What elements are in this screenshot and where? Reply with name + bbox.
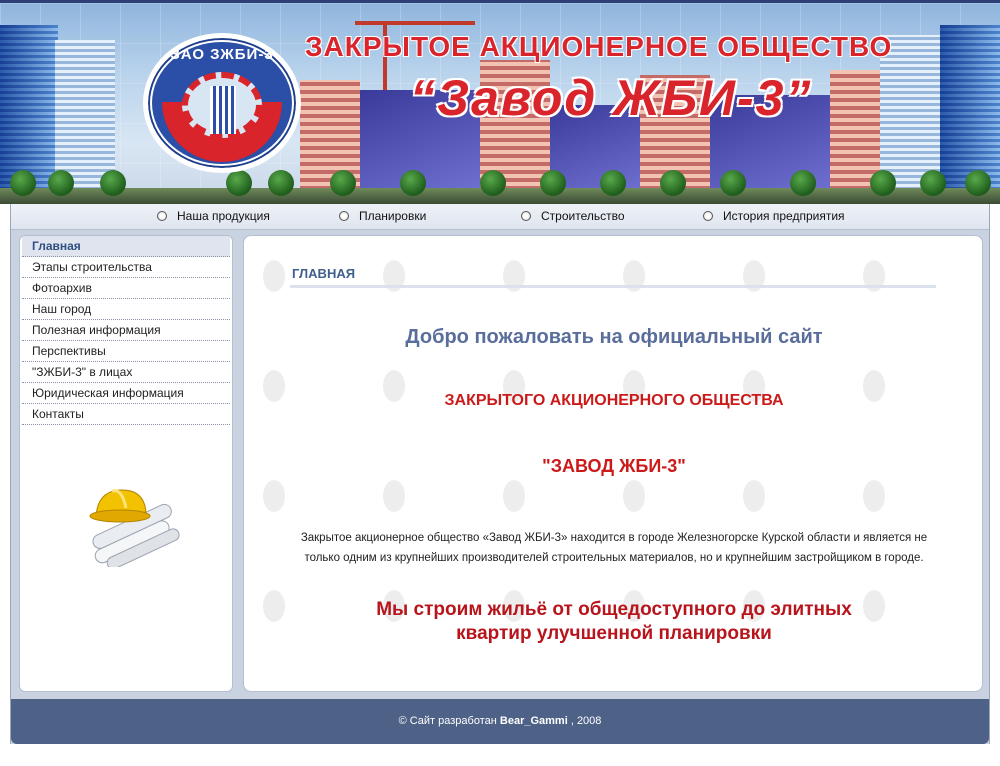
topnav-label: История предприятия <box>723 209 845 223</box>
sidebar-item-legal-info[interactable]: Юридическая информация <box>22 383 230 404</box>
footer-prefix: © Сайт разработан <box>398 715 497 727</box>
radio-bullet-icon <box>703 211 713 221</box>
topnav-label: Строительство <box>541 209 625 223</box>
tree-graphic <box>720 170 746 196</box>
company-name-heading: “Завод ЖБИ-3” <box>410 70 813 126</box>
tree-graphic <box>540 170 566 196</box>
sidebar-item-prospects[interactable]: Перспективы <box>22 341 230 362</box>
sidebar-item-photo-archive[interactable]: Фотоархив <box>22 278 230 299</box>
page-title: ГЛАВНАЯ <box>292 266 356 281</box>
tree-graphic <box>920 170 946 196</box>
about-paragraph: Закрытое акционерное общество «Завод ЖБИ… <box>300 532 928 564</box>
header-banner: ЗАО ЗЖБИ-3 ЗАКРЫТОЕ АКЦИОНЕРНОЕ ОБЩЕСТВО… <box>0 0 1000 204</box>
company-type-text: ЗАКРЫТОГО АКЦИОНЕРНОГО ОБЩЕСТВА <box>444 392 784 409</box>
radio-bullet-icon <box>339 211 349 221</box>
tree-graphic <box>100 170 126 196</box>
footer: © Сайт разработан Bear_Gammi , 2008 <box>11 699 989 744</box>
tree-graphic <box>660 170 686 196</box>
building-graphic <box>0 25 58 190</box>
topnav-label: Планировки <box>359 209 427 223</box>
radio-bullet-icon <box>521 211 531 221</box>
topnav-item-layouts[interactable]: Планировки <box>339 209 426 223</box>
tree-graphic <box>790 170 816 196</box>
tree-graphic <box>268 170 294 196</box>
logo-text: ЗАО ЗЖБИ-3 <box>170 46 274 63</box>
sidebar-item-people[interactable]: "ЗЖБИ-3" в лицах <box>22 362 230 383</box>
welcome-heading: Добро пожаловать на официальный сайт <box>405 326 823 348</box>
topnav-item-products[interactable]: Наша продукция <box>157 209 270 223</box>
hard-hat-blueprints-icon <box>89 489 180 567</box>
tree-graphic <box>48 170 74 196</box>
sidebar-menu: Главная Этапы строительства Фотоархив На… <box>19 235 233 692</box>
slogan-text: Мы строим жильё от общедоступного до эли… <box>376 599 852 644</box>
sidebar-item-construction-stages[interactable]: Этапы строительства <box>22 257 230 278</box>
sidebar-item-our-city[interactable]: Наш город <box>22 299 230 320</box>
topnav-item-history[interactable]: История предприятия <box>703 209 845 223</box>
tree-graphic <box>400 170 426 196</box>
building-graphic <box>940 25 1000 190</box>
top-navigation: Наша продукция Планировки Строительство … <box>11 204 989 230</box>
topnav-item-construction[interactable]: Строительство <box>521 209 625 223</box>
sidebar-item-contacts[interactable]: Контакты <box>22 404 230 425</box>
company-logo[interactable]: ЗАО ЗЖБИ-3 <box>143 33 301 173</box>
tree-graphic <box>480 170 506 196</box>
crane-graphic <box>355 21 475 141</box>
tree-graphic <box>10 170 36 196</box>
main-content: ГЛАВНАЯ Добро пожаловать на официальный … <box>243 235 983 692</box>
topnav-label: Наша продукция <box>177 209 270 223</box>
footer-suffix: , 2008 <box>570 715 602 727</box>
footer-author[interactable]: Bear_Gammi <box>500 715 568 727</box>
building-graphic <box>830 70 880 190</box>
title-divider <box>290 285 936 288</box>
sidebar-item-useful-info[interactable]: Полезная информация <box>22 320 230 341</box>
tree-graphic <box>870 170 896 196</box>
logo-tower-icon <box>210 86 236 134</box>
tree-graphic <box>226 170 252 196</box>
company-type-heading: ЗАКРЫТОЕ АКЦИОНЕРНОЕ ОБЩЕСТВО <box>305 31 893 62</box>
page-frame: Наша продукция Планировки Строительство … <box>10 204 990 744</box>
building-graphic <box>55 40 115 190</box>
tree-graphic <box>330 170 356 196</box>
tree-graphic <box>600 170 626 196</box>
company-name-text: "ЗАВОД ЖБИ-3" <box>542 456 686 476</box>
radio-bullet-icon <box>157 211 167 221</box>
tree-graphic <box>965 170 991 196</box>
sidebar-item-home[interactable]: Главная <box>22 236 230 257</box>
